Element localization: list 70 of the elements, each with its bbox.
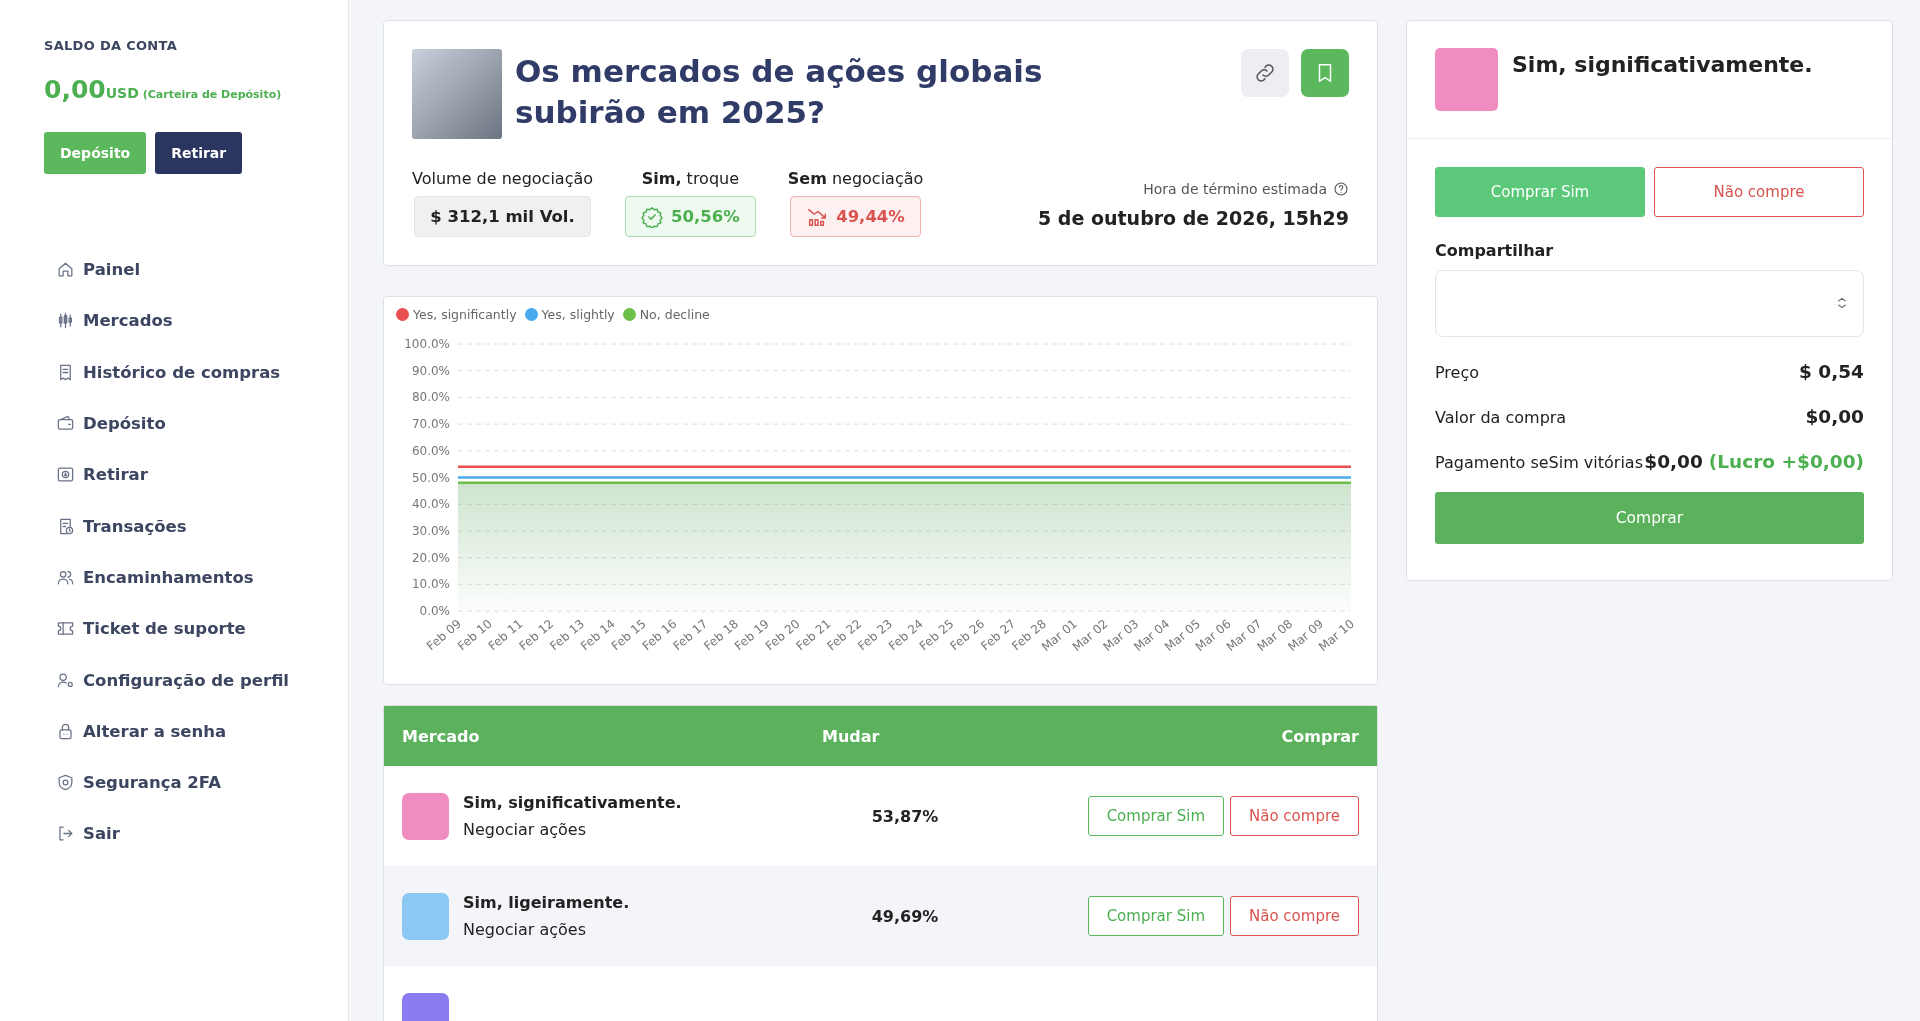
buy-no-button[interactable]: Não compre	[1230, 896, 1359, 936]
stat-label: Sim, troque	[641, 169, 740, 188]
shield-icon	[56, 773, 75, 793]
y-tick-label: 10.0%	[411, 577, 450, 592]
share-label: Compartilhar	[1435, 241, 1555, 260]
balance-label: SALDO DA CONTA	[44, 38, 179, 53]
option-name: Sim, significativamente.	[463, 793, 682, 812]
end-time: 5 de outubro de 2026, 15h29	[1038, 207, 1349, 229]
help-icon	[1333, 181, 1349, 197]
summary-label: Preço	[1435, 363, 1480, 382]
wallet-label: (Carteira de Depósito)	[142, 88, 282, 101]
buy-no-tab[interactable]: Não compre	[1654, 167, 1864, 217]
nav-item[interactable]: Sair	[56, 808, 120, 860]
copy-link-button[interactable]	[1241, 49, 1289, 97]
nav-item[interactable]: Histórico de compras	[56, 346, 281, 398]
end-time-label: Hora de término estimada	[1143, 181, 1327, 197]
nav-item[interactable]: Encaminhamentos	[56, 551, 254, 604]
legend-label: Yes, significantly	[413, 307, 517, 322]
option-name: Sim, ligeiramente.	[463, 893, 630, 912]
stat-label: Volume de negociação	[412, 169, 594, 188]
lock-icon	[56, 721, 75, 741]
candlestick-icon	[56, 311, 75, 331]
summary-value: $ 0,54	[1799, 361, 1864, 382]
currency-label: USD	[105, 85, 139, 101]
balance-amount: 0,00	[44, 75, 106, 104]
summary-value: $0,00	[1805, 406, 1864, 427]
option-subtitle: Negociar ações	[463, 820, 588, 839]
y-tick-label: 50.0%	[411, 470, 450, 485]
stat-label: Sem negociação	[787, 169, 924, 188]
withdraw-button[interactable]: Retirar	[155, 132, 243, 174]
nav-item[interactable]: Transações	[56, 500, 187, 552]
change-value: 53,87%	[871, 806, 939, 826]
nav-item[interactable]: Mercados	[56, 295, 173, 347]
nav-item[interactable]: Depósito	[56, 397, 166, 450]
nav-item[interactable]: Configuração de perfil	[56, 654, 290, 706]
link-icon	[1253, 61, 1277, 85]
nav-item[interactable]: Ticket de suporte	[56, 603, 246, 655]
legend-label: Yes, slightly	[541, 307, 615, 322]
volume-badge: $ 312,1 mil Vol.	[414, 196, 591, 237]
y-tick-label: 90.0%	[411, 363, 450, 378]
share-input[interactable]	[1435, 270, 1864, 337]
column-header: Mudar	[822, 726, 881, 746]
nav-item[interactable]: Alterar a senha	[56, 705, 227, 757]
bookmark-button[interactable]	[1301, 49, 1349, 97]
y-tick-label: 70.0%	[411, 417, 450, 432]
summary-value: $0,00	[1644, 451, 1703, 472]
summary-label: Valor da compra	[1435, 408, 1567, 427]
change-value: 49,69%	[871, 906, 939, 926]
nav-item[interactable]: Painel	[56, 244, 141, 296]
probability-badge: 49,44%	[790, 196, 921, 237]
market-title: Os mercados de ações globais subirão em 2025?	[515, 52, 1044, 132]
y-tick-label: 100.0%	[404, 337, 450, 351]
legend-label: No, decline	[639, 307, 710, 322]
outcome-title: Sim, significativamente.	[1512, 52, 1813, 77]
column-header: Mercado	[402, 726, 481, 746]
badge-check-icon	[641, 205, 664, 228]
buy-no-button[interactable]: Não compre	[1230, 796, 1359, 836]
option-subtitle: Negociar ações	[463, 920, 588, 939]
summary-label: Pagamento seSim vitórias	[1435, 453, 1643, 472]
profit-note: (Lucro +$0,00)	[1708, 451, 1864, 472]
nav-item[interactable]: Retirar	[56, 449, 148, 501]
y-tick-label: 60.0%	[411, 443, 450, 458]
y-tick-label: 0.0%	[419, 604, 450, 618]
y-tick-label: 30.0%	[411, 523, 450, 538]
column-header: Comprar	[1280, 726, 1359, 746]
y-tick-label: 20.0%	[411, 550, 450, 565]
y-tick-label: 80.0%	[411, 390, 450, 405]
probability-badge: 50,56%	[625, 196, 756, 237]
nav-item[interactable]: Segurança 2FA	[56, 756, 221, 809]
y-tick-label: 40.0%	[411, 497, 450, 512]
